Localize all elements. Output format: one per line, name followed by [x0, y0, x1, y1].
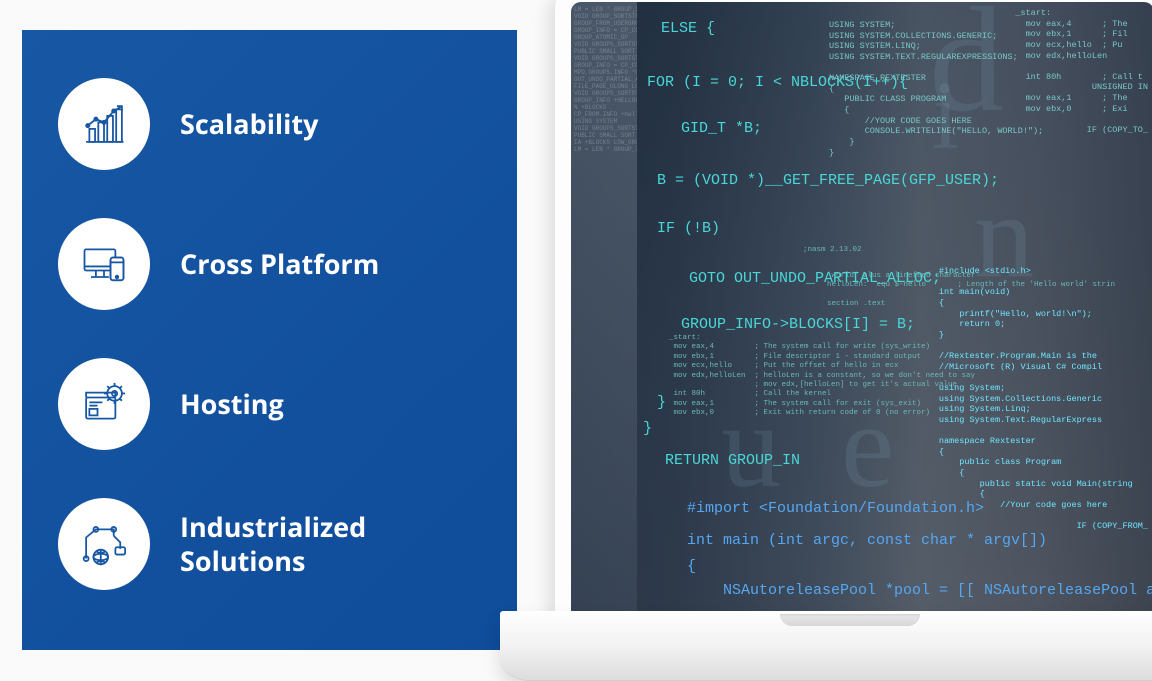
feature-scalability: Scalability	[58, 78, 481, 170]
code-block: #include <stdio.h> int main(void) { prin…	[939, 266, 1148, 532]
feature-label: Industrialized Solutions	[180, 510, 366, 578]
code-line: NSAutoreleasePool *pool = [[ NSAutorelea…	[687, 582, 1152, 601]
hosting-icon	[58, 358, 150, 450]
code-block: _start: mov eax,4 ; The system call for …	[669, 334, 975, 418]
feature-hosting: Hosting	[58, 358, 481, 450]
code-line: B = (VOID *)__GET_FREE_PAGE(GFP_USER);	[657, 172, 999, 191]
code-line: ;nasm 2.13.02	[803, 246, 862, 255]
laptop-base	[500, 611, 1152, 681]
code-line: {	[687, 558, 696, 577]
feature-label: Cross Platform	[180, 247, 379, 281]
code-line: GROUP_INFO->BLOCKS[I] = B;	[681, 316, 915, 335]
scalability-icon	[58, 78, 150, 170]
cross-platform-icon	[58, 218, 150, 310]
code-line: IF (!B)	[657, 220, 720, 239]
code-line: int main (int argc, const char * argv[])	[687, 532, 1047, 551]
industrialized-icon	[58, 498, 150, 590]
code-block: USING SYSTEM; USING SYSTEM.COLLECTIONS.G…	[829, 20, 1043, 158]
code-line: RETURN GROUP_IN	[665, 452, 800, 471]
feature-label: Hosting	[180, 387, 284, 421]
code-line: }	[643, 420, 652, 439]
feature-industrialized: Industrialized Solutions	[58, 498, 481, 590]
feature-cross-platform: Cross Platform	[58, 218, 481, 310]
code-block: _start: mov eax,4 ; The mov ebx,1 ; Fil …	[1015, 8, 1148, 136]
laptop-illustration: LM = LEN * GROUP_INFO.GROUPS VOID GROUP_…	[500, 0, 1152, 681]
code-line: }	[657, 394, 666, 413]
code-strip: LM = LEN * GROUP_INFO.GROUPS VOID GROUP_…	[571, 2, 637, 626]
laptop-screen: LM = LEN * GROUP_INFO.GROUPS VOID GROUP_…	[555, 0, 1152, 626]
feature-panel: Scalability Cross Platform	[22, 30, 517, 650]
code-line: GID_T *B;	[681, 120, 762, 139]
code-overlay: LM = LEN * GROUP_INFO.GROUPS VOID GROUP_…	[571, 2, 1152, 626]
feature-label: Scalability	[180, 107, 319, 141]
code-line: ELSE {	[661, 20, 715, 39]
